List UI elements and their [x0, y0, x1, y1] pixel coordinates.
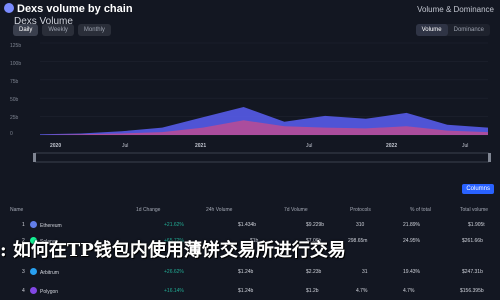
row-protocols: 4.7%: [356, 288, 368, 294]
col-header-total[interactable]: Total volume: [460, 207, 488, 213]
col-header-7d[interactable]: 7d Volume: [284, 207, 308, 213]
y-tick: 75b: [10, 79, 19, 85]
x-tick: Jul: [122, 143, 128, 149]
page-title: Dexs volume by chain: [4, 3, 133, 15]
row-share: 21.89%: [403, 222, 420, 228]
table-row[interactable]: 1 Ethereum +21.62% $1.434b $9.229b 310 2…: [0, 219, 500, 233]
row-chain[interactable]: Ethereum: [30, 221, 62, 229]
y-tick: 100b: [10, 61, 21, 67]
row-chain[interactable]: Polygon: [30, 287, 58, 295]
row-vol24: $1.434b: [238, 222, 257, 228]
range-handle-right[interactable]: [488, 153, 491, 162]
col-header-share[interactable]: % of total: [410, 207, 431, 213]
x-tick: Jul: [306, 143, 312, 149]
row-change: +16.14%: [164, 288, 184, 294]
ethereum-icon: [30, 221, 37, 228]
x-tick: 2020: [50, 143, 61, 149]
chart-card: Dexs volume by chain Volume & Dominance …: [0, 0, 500, 175]
row-protocols: 31: [362, 269, 368, 275]
row-vol24: $1.24b: [238, 269, 254, 275]
row-name: Arbitrum: [40, 270, 59, 276]
page-subtitle: Volume & Dominance: [417, 5, 494, 14]
row-rank: 3: [22, 269, 25, 275]
row-total: $247.31b: [462, 269, 483, 275]
x-axis-ticks: 2020 Jul 2021 Jul 2022 Jul: [50, 143, 468, 149]
row-rank: 1: [22, 222, 25, 228]
range-handle-left[interactable]: [33, 153, 36, 162]
polygon-icon: [30, 287, 37, 294]
row-vol7: $1.2b: [306, 288, 319, 294]
row-protocols: 310: [356, 222, 365, 228]
col-header-protocols[interactable]: Protocols: [350, 207, 371, 213]
col-header-24h[interactable]: 24h Volume: [206, 207, 232, 213]
y-tick: 125b: [10, 43, 21, 49]
volume-chart: 125b 100b 75b 50b 25b 0 2020 Jul 2021 Ju…: [10, 42, 491, 163]
row-total: $1.905t: [468, 222, 485, 228]
y-axis-ticks: 125b 100b 75b 50b 25b 0: [10, 43, 21, 137]
range-slider[interactable]: [33, 152, 491, 163]
row-total: $156.395b: [460, 288, 484, 294]
row-vol7: $2.23b: [306, 269, 322, 275]
row-vol7: $9.229b: [306, 222, 325, 228]
x-tick: Jul: [462, 143, 468, 149]
arbitrum-icon: [30, 268, 37, 275]
y-tick: 0: [10, 131, 13, 137]
row-change: +21.62%: [164, 222, 184, 228]
col-header-change[interactable]: 1d Change: [136, 207, 160, 213]
table-row[interactable]: 4 Polygon +16.14% $1.24b $1.2b 4.7% 4.7%…: [0, 285, 500, 299]
x-tick: 2022: [386, 143, 397, 149]
row-name: Polygon: [40, 289, 59, 295]
row-share: 4.7%: [403, 288, 415, 294]
page-title-text: Dexs volume by chain: [17, 3, 133, 15]
y-tick: 50b: [10, 97, 19, 103]
y-tick: 25b: [10, 115, 19, 121]
row-rank: 4: [22, 288, 25, 294]
row-name: Ethereum: [40, 223, 62, 229]
row-chain[interactable]: Arbitrum: [30, 268, 59, 276]
x-tick: 2021: [195, 143, 206, 149]
row-share: 19.43%: [403, 269, 420, 275]
overlay-caption: : 如何在TP钱包内使用薄饼交易所进行交易: [0, 240, 346, 261]
chain-logo-icon: [4, 3, 14, 13]
row-change: +26.62%: [164, 269, 184, 275]
columns-button[interactable]: Columns: [462, 184, 494, 194]
col-header-name[interactable]: Name: [10, 207, 23, 213]
table-row[interactable]: 3 Arbitrum +26.62% $1.24b $2.23b 31 19.4…: [0, 266, 500, 280]
row-vol24: $1.24b: [238, 288, 254, 294]
